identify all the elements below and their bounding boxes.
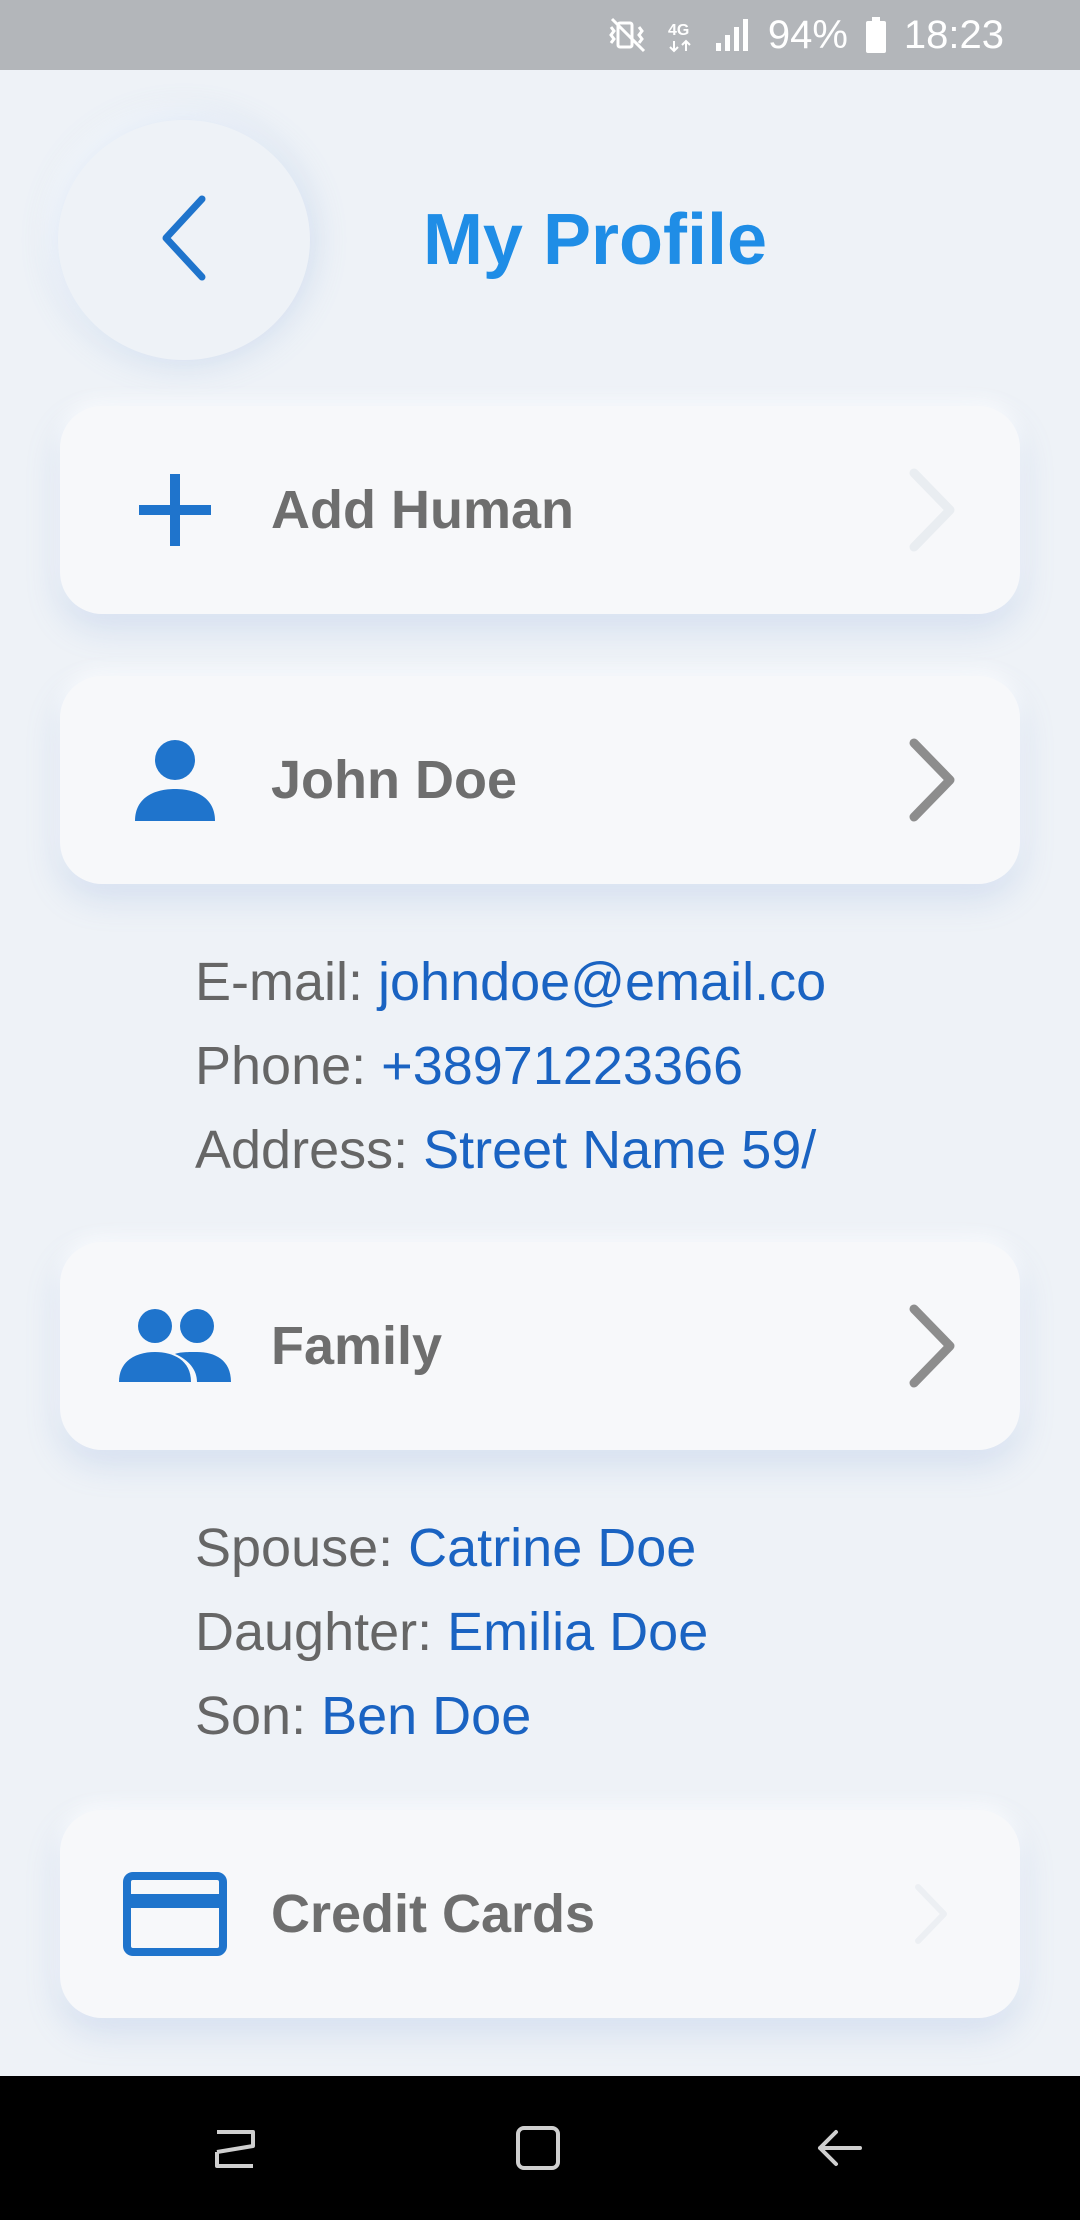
address-value[interactable]: Street Name 59/: [423, 1120, 816, 1180]
network-4g-icon: 4G: [666, 15, 696, 55]
network-type-label: 4G: [668, 22, 689, 39]
chevron-right-icon: [902, 1869, 962, 1959]
home-icon[interactable]: [498, 2108, 578, 2188]
spouse-row: Spouse: Catrine Doe: [195, 1506, 708, 1590]
son-row: Son: Ben Doe: [195, 1674, 708, 1758]
signal-icon: [712, 15, 752, 55]
recent-apps-icon[interactable]: [195, 2108, 275, 2188]
phone-label: Phone:: [195, 1036, 382, 1096]
status-time: 18:23: [903, 12, 1004, 57]
battery-icon: [864, 15, 888, 55]
daughter-label: Daughter:: [195, 1602, 448, 1662]
family-label: Family: [271, 1316, 443, 1376]
add-human-card[interactable]: Add Human: [60, 406, 1020, 614]
credit-cards-card[interactable]: Credit Cards: [60, 1810, 1020, 2018]
status-bar: 4G 94% 18:23: [0, 0, 1080, 70]
address-row: Address: Street Name 59/: [195, 1108, 826, 1192]
family-card[interactable]: Family: [60, 1242, 1020, 1450]
chevron-right-icon: [902, 735, 962, 825]
plus-icon: [110, 445, 240, 575]
chevron-left-icon: [156, 193, 212, 288]
email-row: E-mail: johndoe@email.co: [195, 940, 826, 1024]
son-value[interactable]: Ben Doe: [321, 1686, 531, 1746]
back-icon[interactable]: [800, 2108, 880, 2188]
phone-row: Phone: +38971223366: [195, 1024, 826, 1108]
profile-details: E-mail: johndoe@email.co Phone: +3897122…: [195, 940, 826, 1192]
chevron-right-icon: [902, 465, 962, 555]
page-title: My Profile: [422, 200, 768, 280]
chevron-right-icon: [902, 1301, 962, 1391]
son-label: Son:: [195, 1686, 322, 1746]
back-button[interactable]: [58, 120, 310, 360]
profile-card[interactable]: John Doe: [60, 676, 1020, 884]
add-human-label: Add Human: [271, 480, 574, 540]
vibrate-mute-icon: [606, 15, 650, 55]
phone-value[interactable]: +38971223366: [381, 1036, 743, 1096]
email-label: E-mail:: [195, 952, 379, 1012]
profile-name-label: John Doe: [271, 750, 518, 810]
battery-percent: 94%: [767, 12, 848, 57]
person-icon: [110, 715, 240, 845]
people-icon: [110, 1281, 240, 1411]
email-value[interactable]: johndoe@email.co: [378, 952, 826, 1012]
daughter-value[interactable]: Emilia Doe: [447, 1602, 708, 1662]
navigation-bar: [0, 2076, 1080, 2220]
spouse-value[interactable]: Catrine Doe: [408, 1518, 696, 1578]
address-label: Address:: [195, 1120, 424, 1180]
credit-cards-label: Credit Cards: [271, 1884, 596, 1944]
spouse-label: Spouse:: [195, 1518, 409, 1578]
credit-card-icon: [110, 1849, 240, 1979]
family-details: Spouse: Catrine Doe Daughter: Emilia Doe…: [195, 1506, 708, 1758]
daughter-row: Daughter: Emilia Doe: [195, 1590, 708, 1674]
